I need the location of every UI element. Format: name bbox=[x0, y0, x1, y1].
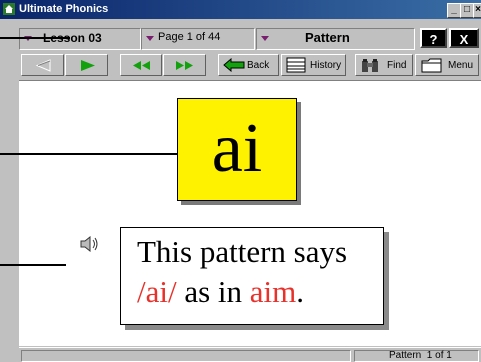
speaker-icon[interactable] bbox=[80, 236, 100, 252]
lesson-selector[interactable]: Lesson 03 bbox=[19, 28, 141, 50]
history-label: History bbox=[310, 60, 342, 71]
title-bar: Ultimate Phonics _ □ × bbox=[0, 0, 481, 19]
history-button[interactable]: History bbox=[281, 54, 346, 76]
page-label: Page 1 of 44 bbox=[158, 31, 221, 43]
window-title: Ultimate Phonics bbox=[19, 3, 109, 15]
dropdown-arrow-icon bbox=[146, 36, 154, 41]
leader-line bbox=[0, 37, 70, 39]
menu-folder-icon bbox=[421, 58, 442, 73]
next-button[interactable] bbox=[65, 54, 108, 76]
leader-line bbox=[0, 153, 177, 155]
back-button[interactable]: Back bbox=[218, 54, 279, 76]
minimize-button[interactable]: _ bbox=[447, 3, 461, 18]
play-left-icon bbox=[35, 59, 51, 72]
fast-forward-icon bbox=[176, 61, 193, 70]
pattern-card[interactable]: ai bbox=[177, 98, 297, 201]
sentence-line-1: This pattern says bbox=[137, 234, 348, 269]
example-word[interactable]: aim bbox=[250, 274, 297, 309]
status-page-indicator: Pattern 1 of 1 bbox=[354, 350, 479, 362]
find-button[interactable]: Find bbox=[355, 54, 413, 76]
back-arrow-icon bbox=[223, 58, 245, 72]
find-label: Find bbox=[387, 60, 407, 71]
fast-forward-button[interactable] bbox=[163, 54, 206, 76]
previous-button[interactable] bbox=[21, 54, 64, 76]
rewind-icon bbox=[133, 61, 150, 70]
maximize-button[interactable]: □ bbox=[460, 3, 474, 18]
sentence-line-2: /ai/ as in aim. bbox=[137, 272, 383, 312]
help-button[interactable]: ? bbox=[420, 28, 447, 48]
dropdown-arrow-icon bbox=[261, 36, 269, 41]
status-left-cell bbox=[21, 350, 351, 362]
pattern-sentence: This pattern says /ai/ as in aim. bbox=[120, 227, 384, 325]
menu-button[interactable]: Menu bbox=[415, 54, 479, 76]
sentence-period: . bbox=[296, 274, 305, 309]
sound-text[interactable]: /ai/ bbox=[137, 274, 177, 309]
history-icon bbox=[286, 57, 306, 73]
play-right-icon bbox=[81, 60, 95, 71]
page-selector[interactable]: Page 1 of 44 bbox=[141, 28, 255, 50]
status-bar: Pattern 1 of 1 bbox=[19, 347, 481, 362]
leader-line bbox=[0, 264, 66, 266]
menu-label: Menu bbox=[448, 60, 474, 71]
sentence-connector: as in bbox=[176, 274, 250, 309]
app-icon bbox=[3, 3, 15, 15]
binoculars-icon bbox=[362, 59, 378, 72]
mode-selector[interactable]: Pattern bbox=[256, 28, 415, 50]
close-window-button[interactable]: × bbox=[473, 3, 481, 18]
mode-label: Pattern bbox=[305, 30, 350, 45]
rewind-button[interactable] bbox=[120, 54, 162, 76]
back-label: Back bbox=[247, 60, 270, 71]
close-lesson-button[interactable]: X bbox=[449, 28, 479, 48]
